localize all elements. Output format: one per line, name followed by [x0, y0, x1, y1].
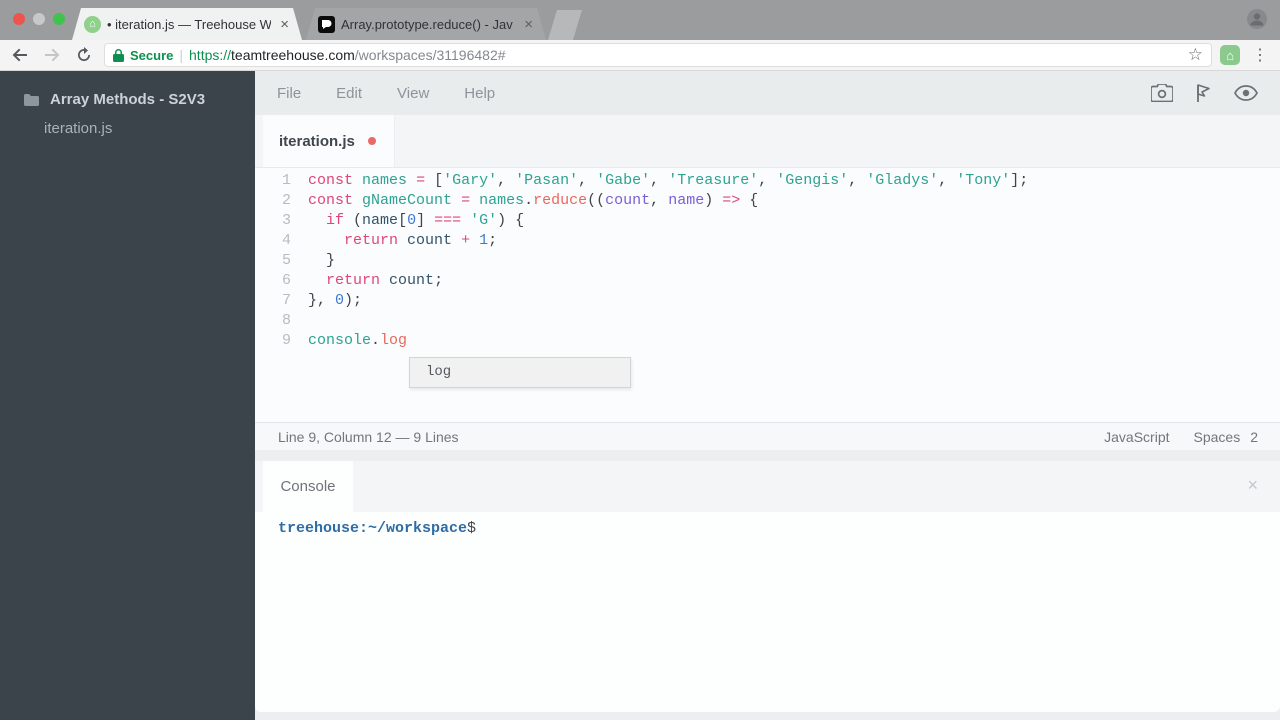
code-line: 3 if (name[0] === 'G') { — [255, 211, 1280, 231]
line-number: 7 — [281, 292, 291, 309]
menu-item-help[interactable]: Help — [460, 81, 499, 106]
console-close-icon[interactable]: × — [1247, 475, 1258, 496]
code-text: if (name[0] === 'G') { — [326, 212, 525, 229]
window-controls — [13, 13, 65, 25]
extension-icon[interactable]: ⌂ — [1220, 45, 1240, 65]
prompt-path: treehouse:~/workspace — [278, 520, 468, 537]
workspace-main: File Edit View Help iteration.js 1 const… — [255, 71, 1280, 720]
code-line: 6 return count; — [255, 271, 1280, 291]
menubar-icons — [1151, 83, 1258, 103]
code-line: 8 — [255, 311, 1280, 331]
line-number: 9 — [281, 332, 291, 349]
browser-tab-mdn[interactable]: Array.prototype.reduce() - Jav × — [306, 8, 546, 40]
workspace-menubar: File Edit View Help — [255, 71, 1280, 115]
console-body[interactable]: treehouse:~/workspace$ — [255, 512, 1280, 712]
file-sidebar: Array Methods - S2V3 iteration.js — [0, 71, 255, 720]
url-path: /workspaces/31196482# — [354, 47, 506, 63]
code-text: return count; — [326, 272, 444, 289]
autocomplete-popup: log — [409, 357, 631, 388]
indent-selector[interactable]: Spaces 2 — [1194, 429, 1259, 445]
lock-icon — [113, 48, 124, 62]
editor-statusbar: Line 9, Column 12 — 9 Lines JavaScript S… — [255, 422, 1280, 450]
project-name: Array Methods - S2V3 — [50, 91, 206, 108]
url-bar[interactable]: Secure | https://teamtreehouse.com/works… — [104, 43, 1212, 67]
line-number: 8 — [281, 312, 291, 329]
folder-icon — [24, 93, 39, 106]
browser-toolbar: Secure | https://teamtreehouse.com/works… — [0, 40, 1280, 71]
line-number: 4 — [281, 232, 291, 249]
menu-item-edit[interactable]: Edit — [332, 81, 366, 106]
code-line: 7 }, 0); — [255, 291, 1280, 311]
console-tab[interactable]: Console — [263, 461, 353, 512]
code-line: 9 console.log — [255, 331, 1280, 351]
code-editor[interactable]: 1 const names = ['Gary', 'Pasan', 'Gabe',… — [255, 168, 1280, 422]
line-number: 2 — [281, 192, 291, 209]
browser-tab-iteration[interactable]: ⌂ • iteration.js — Treehouse Wor × — [72, 8, 302, 40]
code-lines: 1 const names = ['Gary', 'Pasan', 'Gabe',… — [255, 171, 1280, 351]
statusbar-right: JavaScript Spaces 2 — [1104, 429, 1258, 445]
profile-icon[interactable] — [1246, 8, 1268, 30]
code-text: } — [308, 252, 336, 269]
unsaved-dot-icon — [367, 137, 376, 145]
refresh-icon[interactable] — [72, 43, 96, 67]
code-text: return count + 1; — [344, 232, 498, 249]
console-header: Console × — [255, 461, 1280, 512]
sidebar-file-iteration[interactable]: iteration.js — [0, 120, 255, 137]
eye-icon[interactable] — [1234, 85, 1258, 101]
terminal-prompt: treehouse:~/workspace$ — [278, 520, 1280, 537]
new-tab-button[interactable] — [548, 10, 582, 40]
line-number: 3 — [281, 212, 291, 229]
editor-tab-label: iteration.js — [279, 132, 355, 150]
code-line: 5 } — [255, 251, 1280, 271]
console-panel: Console × treehouse:~/workspace$ — [255, 461, 1280, 712]
prompt-symbol: $ — [467, 520, 477, 537]
editor-tabstrip: iteration.js — [255, 115, 1280, 168]
sidebar-project[interactable]: Array Methods - S2V3 — [0, 91, 255, 108]
browser-tab-title: Array.prototype.reduce() - Jav — [341, 16, 513, 32]
code-line: 2 const gNameCount = names.reduce((count,… — [255, 191, 1280, 211]
cursor-position-label: Line 9, Column 12 — 9 Lines — [278, 428, 459, 445]
menu-item-file[interactable]: File — [273, 81, 305, 106]
line-number: 5 — [281, 252, 291, 269]
code-line: 1 const names = ['Gary', 'Pasan', 'Gabe',… — [255, 171, 1280, 191]
tab-close-icon[interactable]: × — [521, 16, 536, 33]
url-separator: | — [179, 47, 184, 63]
treehouse-favicon-icon: ⌂ — [84, 16, 101, 33]
bookmark-star-icon[interactable]: ☆ — [1188, 45, 1203, 65]
mdn-favicon-icon — [318, 16, 335, 33]
back-arrow-icon[interactable] — [8, 43, 32, 67]
url-scheme: https:// — [189, 47, 232, 63]
browser-window: ⌂ • iteration.js — Treehouse Wor × Array… — [0, 0, 1280, 720]
menu-item-view[interactable]: View — [393, 81, 433, 106]
flag-icon[interactable] — [1195, 83, 1212, 103]
menu-items: File Edit View Help — [273, 81, 526, 106]
workspace-app: Array Methods - S2V3 iteration.js File Ed… — [0, 71, 1280, 720]
line-number: 1 — [281, 172, 291, 189]
chrome-menu-icon[interactable]: ⋮ — [1248, 45, 1272, 65]
panel-divider — [255, 450, 1280, 461]
autocomplete-item-log[interactable]: log — [410, 358, 630, 380]
tab-close-icon[interactable]: × — [277, 16, 292, 33]
camera-icon[interactable] — [1151, 84, 1173, 102]
code-text: console.log — [308, 332, 408, 349]
forward-arrow-icon — [40, 43, 64, 67]
code-text: }, 0); — [308, 292, 363, 309]
close-window-button[interactable] — [13, 13, 25, 25]
code-line: 4 return count + 1; — [255, 231, 1280, 251]
fullscreen-window-button[interactable] — [53, 13, 65, 25]
indent-type-label: Spaces — [1193, 428, 1241, 445]
browser-tabbar: ⌂ • iteration.js — Treehouse Wor × Array… — [0, 0, 1280, 40]
url-host: teamtreehouse.com — [231, 47, 355, 63]
minimize-window-button[interactable] — [33, 13, 45, 25]
url-text[interactable]: https://teamtreehouse.com/workspaces/311… — [189, 47, 1182, 63]
indent-size-label: 2 — [1250, 428, 1258, 445]
code-text: const names = ['Gary', 'Pasan', 'Gabe', … — [308, 172, 1029, 189]
editor-tab-iteration[interactable]: iteration.js — [263, 115, 395, 167]
line-number: 6 — [281, 272, 291, 289]
language-selector[interactable]: JavaScript — [1104, 429, 1169, 445]
code-text: const gNameCount = names.reduce((count, … — [308, 192, 759, 209]
secure-label: Secure — [130, 47, 174, 63]
console-tab-label: Console — [280, 478, 336, 495]
browser-tab-title: • iteration.js — Treehouse Wor — [107, 16, 272, 32]
